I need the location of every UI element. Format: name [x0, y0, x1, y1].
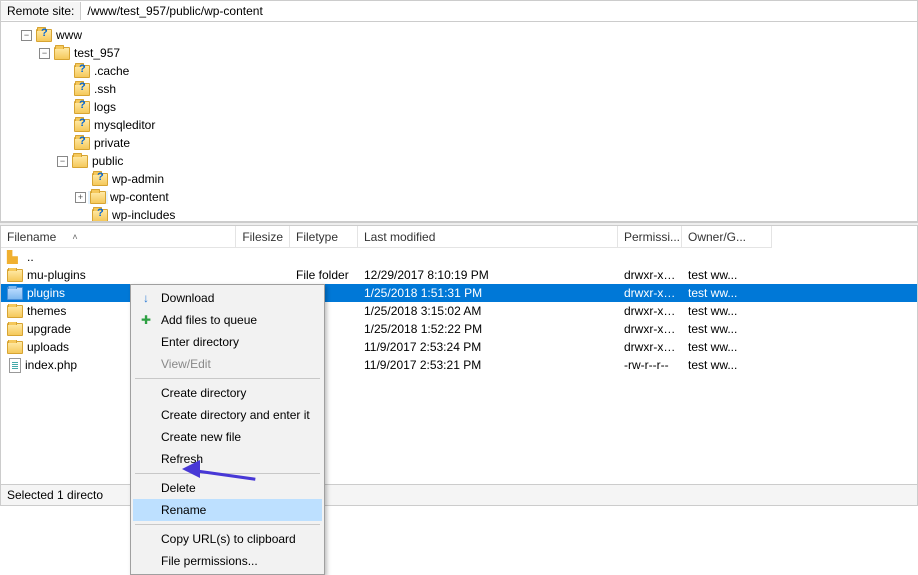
file-row-..[interactable]: .. — [1, 248, 917, 266]
remote-site-label: Remote site: — [1, 2, 81, 20]
tree-item-.cache[interactable]: ?.cache — [1, 62, 917, 80]
menu-label: Delete — [161, 481, 196, 495]
col-permissions[interactable]: Permissi... — [618, 226, 682, 248]
tree-item-private[interactable]: ?private — [1, 134, 917, 152]
menu-label: Copy URL(s) to clipboard — [161, 532, 296, 546]
file-name: .. — [27, 250, 34, 264]
tree-label: public — [92, 154, 123, 168]
sort-asc-icon: ˄ — [72, 232, 77, 242]
folder-icon — [7, 269, 23, 282]
tree-label: .ssh — [94, 82, 116, 96]
tree-item-wp-content[interactable]: + wp-content — [1, 188, 917, 206]
menu-item-create-new-file[interactable]: Create new file — [133, 426, 322, 448]
tree-item-wp-admin[interactable]: ?wp-admin — [1, 170, 917, 188]
folder-icon — [7, 323, 23, 336]
menu-label: Create directory and enter it — [161, 408, 310, 422]
file-list-header: Filename˄ Filesize Filetype Last modifie… — [1, 226, 917, 248]
remote-tree[interactable]: −?www−test_957?.cache?.ssh?logs?mysqledi… — [0, 22, 918, 222]
tree-label: private — [94, 136, 130, 150]
tree-label: mysqleditor — [94, 118, 155, 132]
expand-icon[interactable]: + — [75, 192, 86, 203]
folder-icon — [90, 191, 106, 204]
file-icon — [9, 358, 21, 373]
menu-separator — [135, 524, 320, 525]
tree-item-logs[interactable]: ?logs — [1, 98, 917, 116]
remote-path-input[interactable]: /www/test_957/public/wp-content — [81, 2, 917, 20]
menu-label: Add files to queue — [161, 313, 257, 327]
menu-item-create-directory-and-enter-it[interactable]: Create directory and enter it — [133, 404, 322, 426]
folder-icon — [7, 341, 23, 354]
tree-item-mysqleditor[interactable]: ?mysqleditor — [1, 116, 917, 134]
menu-item-file-permissions-[interactable]: File permissions... — [133, 550, 322, 572]
add-icon: ✚ — [138, 313, 154, 327]
file-name: themes — [27, 304, 66, 318]
menu-item-rename[interactable]: Rename — [133, 499, 322, 521]
col-filetype[interactable]: Filetype — [290, 226, 358, 248]
file-name: mu-plugins — [27, 268, 86, 282]
context-menu: ↓ Download ✚ Add files to queue Enter direct… — [130, 284, 325, 575]
menu-separator — [135, 378, 320, 379]
menu-label: Download — [161, 291, 214, 305]
col-filesize[interactable]: Filesize — [236, 226, 290, 248]
tree-label: wp-admin — [112, 172, 164, 186]
tree-item-public[interactable]: − public — [1, 152, 917, 170]
menu-item-download[interactable]: ↓ Download — [133, 287, 322, 309]
col-modified[interactable]: Last modified — [358, 226, 618, 248]
status-text: Selected 1 directo — [7, 488, 103, 502]
download-icon: ↓ — [138, 291, 154, 305]
tree-label: wp-includes — [112, 208, 175, 222]
collapse-icon[interactable]: − — [21, 30, 32, 41]
up-icon — [7, 251, 23, 264]
folder-icon — [72, 155, 88, 168]
folder-icon — [7, 305, 23, 318]
menu-item-add-files-to-queue[interactable]: ✚ Add files to queue — [133, 309, 322, 331]
menu-label: Create new file — [161, 430, 241, 444]
menu-label: Create directory — [161, 386, 246, 400]
tree-label: wp-content — [110, 190, 169, 204]
menu-item-enter-directory[interactable]: Enter directory — [133, 331, 322, 353]
tree-item-www[interactable]: −?www — [1, 26, 917, 44]
menu-item-delete[interactable]: Delete — [133, 477, 322, 499]
menu-item-refresh[interactable]: Refresh — [133, 448, 322, 470]
folder-icon — [54, 47, 70, 60]
menu-item-copy-url-s-to-clipboard[interactable]: Copy URL(s) to clipboard — [133, 528, 322, 550]
file-name: upgrade — [27, 322, 71, 336]
file-name: index.php — [25, 358, 77, 372]
menu-label: Enter directory — [161, 335, 239, 349]
tree-label: www — [56, 28, 82, 42]
menu-separator — [135, 473, 320, 474]
file-row-mu-plugins[interactable]: mu-pluginsFile folder12/29/2017 8:10:19 … — [1, 266, 917, 284]
tree-item-wp-includes[interactable]: ?wp-includes — [1, 206, 917, 222]
file-name: uploads — [27, 340, 69, 354]
menu-label: Rename — [161, 503, 206, 517]
folder-icon — [7, 287, 23, 300]
menu-item-create-directory[interactable]: Create directory — [133, 382, 322, 404]
collapse-icon[interactable]: − — [57, 156, 68, 167]
collapse-icon[interactable]: − — [39, 48, 50, 59]
col-filename[interactable]: Filename˄ — [1, 226, 236, 248]
tree-item-test_957[interactable]: − test_957 — [1, 44, 917, 62]
menu-label: File permissions... — [161, 554, 258, 568]
menu-item-view-edit: View/Edit — [133, 353, 322, 375]
col-owner[interactable]: Owner/G... — [682, 226, 772, 248]
remote-site-bar: Remote site: /www/test_957/public/wp-con… — [0, 0, 918, 22]
tree-label: .cache — [94, 64, 129, 78]
tree-label: test_957 — [74, 46, 120, 60]
file-name: plugins — [27, 286, 65, 300]
menu-label: View/Edit — [161, 357, 211, 371]
menu-label: Refresh — [161, 452, 203, 466]
tree-item-.ssh[interactable]: ?.ssh — [1, 80, 917, 98]
tree-label: logs — [94, 100, 116, 114]
